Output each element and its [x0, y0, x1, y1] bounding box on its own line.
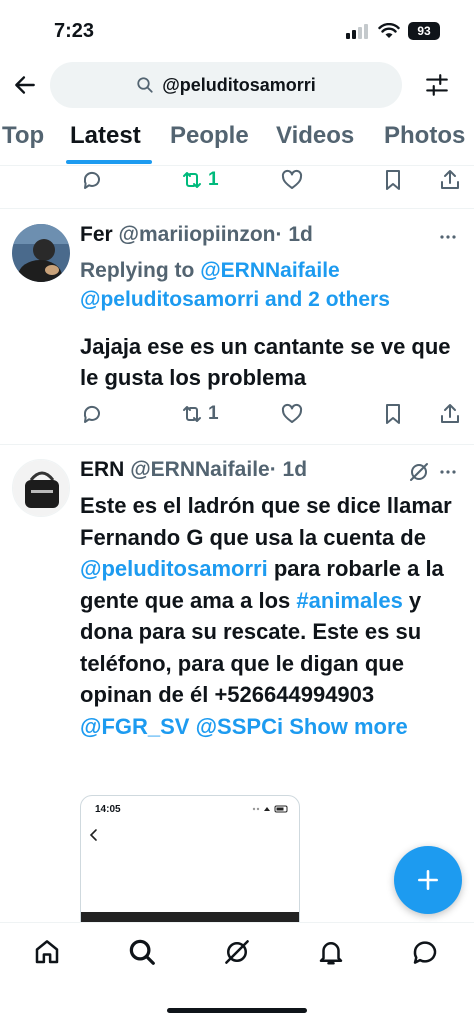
battery-icon: 93: [408, 22, 440, 40]
image-status-time: 14:05: [95, 804, 121, 815]
tweet-media-image[interactable]: 14:05: [80, 795, 300, 925]
retweet-count: 1: [208, 403, 219, 424]
tweet-time: · 1d: [275, 223, 313, 246]
status-bar: 7:23 93: [0, 0, 474, 58]
compose-button[interactable]: [394, 846, 462, 914]
home-indicator: [167, 1008, 307, 1013]
tweet-time: · 1d: [269, 458, 308, 481]
more-options-icon[interactable]: [438, 462, 458, 482]
tab-latest[interactable]: Latest: [70, 122, 141, 150]
tab-videos[interactable]: Videos: [276, 122, 354, 150]
author-name[interactable]: ERN: [80, 458, 124, 481]
retweet-count: 1: [208, 169, 219, 190]
status-time: 7:23: [54, 20, 95, 42]
bookmark-icon: [386, 404, 400, 424]
avatar-photo: [13, 460, 69, 516]
bookmark-icon: [386, 170, 400, 190]
author-name[interactable]: Fer: [80, 223, 113, 246]
image-back-chevron-icon: [89, 829, 97, 841]
bookmark-button[interactable]: [381, 168, 405, 192]
active-tab-indicator: [66, 160, 152, 164]
replying-to: Replying to @ERNNaifaile @peluditosamorr…: [80, 256, 390, 314]
home-icon[interactable]: [32, 937, 62, 967]
messages-icon[interactable]: [410, 937, 440, 967]
image-status-icons: [252, 805, 288, 813]
author-handle[interactable]: @ERNNaifaile: [130, 458, 270, 481]
mention-link[interactable]: @FGR_SV: [80, 714, 189, 739]
search-input[interactable]: @peluditosamorri: [50, 62, 402, 108]
author-handle[interactable]: @mariiopiinzon: [119, 223, 276, 246]
mention-link[interactable]: @peluditosamorri: [80, 556, 268, 581]
heart-icon: [281, 403, 303, 423]
bookmark-button[interactable]: [381, 402, 405, 426]
reply-button[interactable]: [80, 168, 104, 192]
reply-icon: [83, 405, 100, 423]
wifi-icon: [378, 23, 400, 38]
retweet-button[interactable]: 1: [180, 168, 219, 192]
search-tabs: Top Latest People Videos Photos: [0, 118, 474, 166]
tab-photos[interactable]: Photos: [384, 122, 465, 150]
replying-label: Replying to: [80, 259, 195, 282]
grok-icon[interactable]: [407, 460, 431, 484]
mention-link[interactable]: @peluditosamorri: [80, 288, 259, 311]
tweet-header: Fer @mariiopiinzon· 1d: [80, 223, 313, 247]
more-options-icon[interactable]: [438, 227, 458, 247]
reply-button[interactable]: [80, 402, 104, 426]
search-query: @peluditosamorri: [162, 74, 316, 95]
share-icon: [441, 170, 459, 189]
tweet[interactable]: Fer @mariiopiinzon· 1d Replying to @ERNN…: [0, 209, 474, 445]
filter-icon[interactable]: [424, 72, 450, 98]
tab-people[interactable]: People: [170, 122, 249, 150]
show-more-link[interactable]: Show more: [289, 714, 408, 739]
retweet-button[interactable]: 1: [180, 402, 219, 426]
hashtag-link[interactable]: #animales: [296, 588, 402, 613]
share-button[interactable]: [438, 168, 462, 192]
status-icons: 93: [346, 22, 440, 40]
search-icon: [137, 77, 153, 93]
retweet-icon: [183, 406, 201, 422]
notifications-bell-icon[interactable]: [316, 937, 346, 967]
share-button[interactable]: [438, 402, 462, 426]
back-arrow-icon[interactable]: [12, 72, 38, 98]
tweet-text: Jajaja ese es un cantante se ve que le g…: [80, 334, 451, 390]
tweet-header: ERN @ERNNaifaile· 1d: [80, 458, 307, 482]
avatar[interactable]: [12, 459, 70, 517]
share-icon: [441, 404, 459, 423]
retweet-icon: [183, 172, 201, 188]
avatar-photo: [12, 224, 70, 282]
tweet-actions: 1: [0, 402, 474, 432]
tweet-text: Este es el ladrón que se dice llamar Fer…: [80, 490, 464, 742]
reply-icon: [83, 171, 100, 189]
others-link[interactable]: and 2 others: [265, 288, 390, 311]
tab-top[interactable]: Top: [2, 122, 44, 150]
grok-icon[interactable]: [222, 937, 252, 967]
prev-tweet-actions: 1: [0, 168, 474, 198]
signal-icon: [346, 24, 368, 39]
search-header: @peluditosamorri: [0, 60, 474, 110]
mention-link[interactable]: @SSPCi: [196, 714, 283, 739]
text-segment: Este es el ladrón que se dice llamar Fer…: [80, 493, 452, 550]
avatar[interactable]: [12, 224, 70, 282]
plus-icon: [418, 870, 438, 890]
like-button[interactable]: [280, 402, 304, 426]
like-button[interactable]: [280, 168, 304, 192]
mention-link[interactable]: @ERNNaifaile: [200, 259, 340, 282]
heart-icon: [281, 169, 303, 189]
search-icon[interactable]: [127, 937, 157, 967]
